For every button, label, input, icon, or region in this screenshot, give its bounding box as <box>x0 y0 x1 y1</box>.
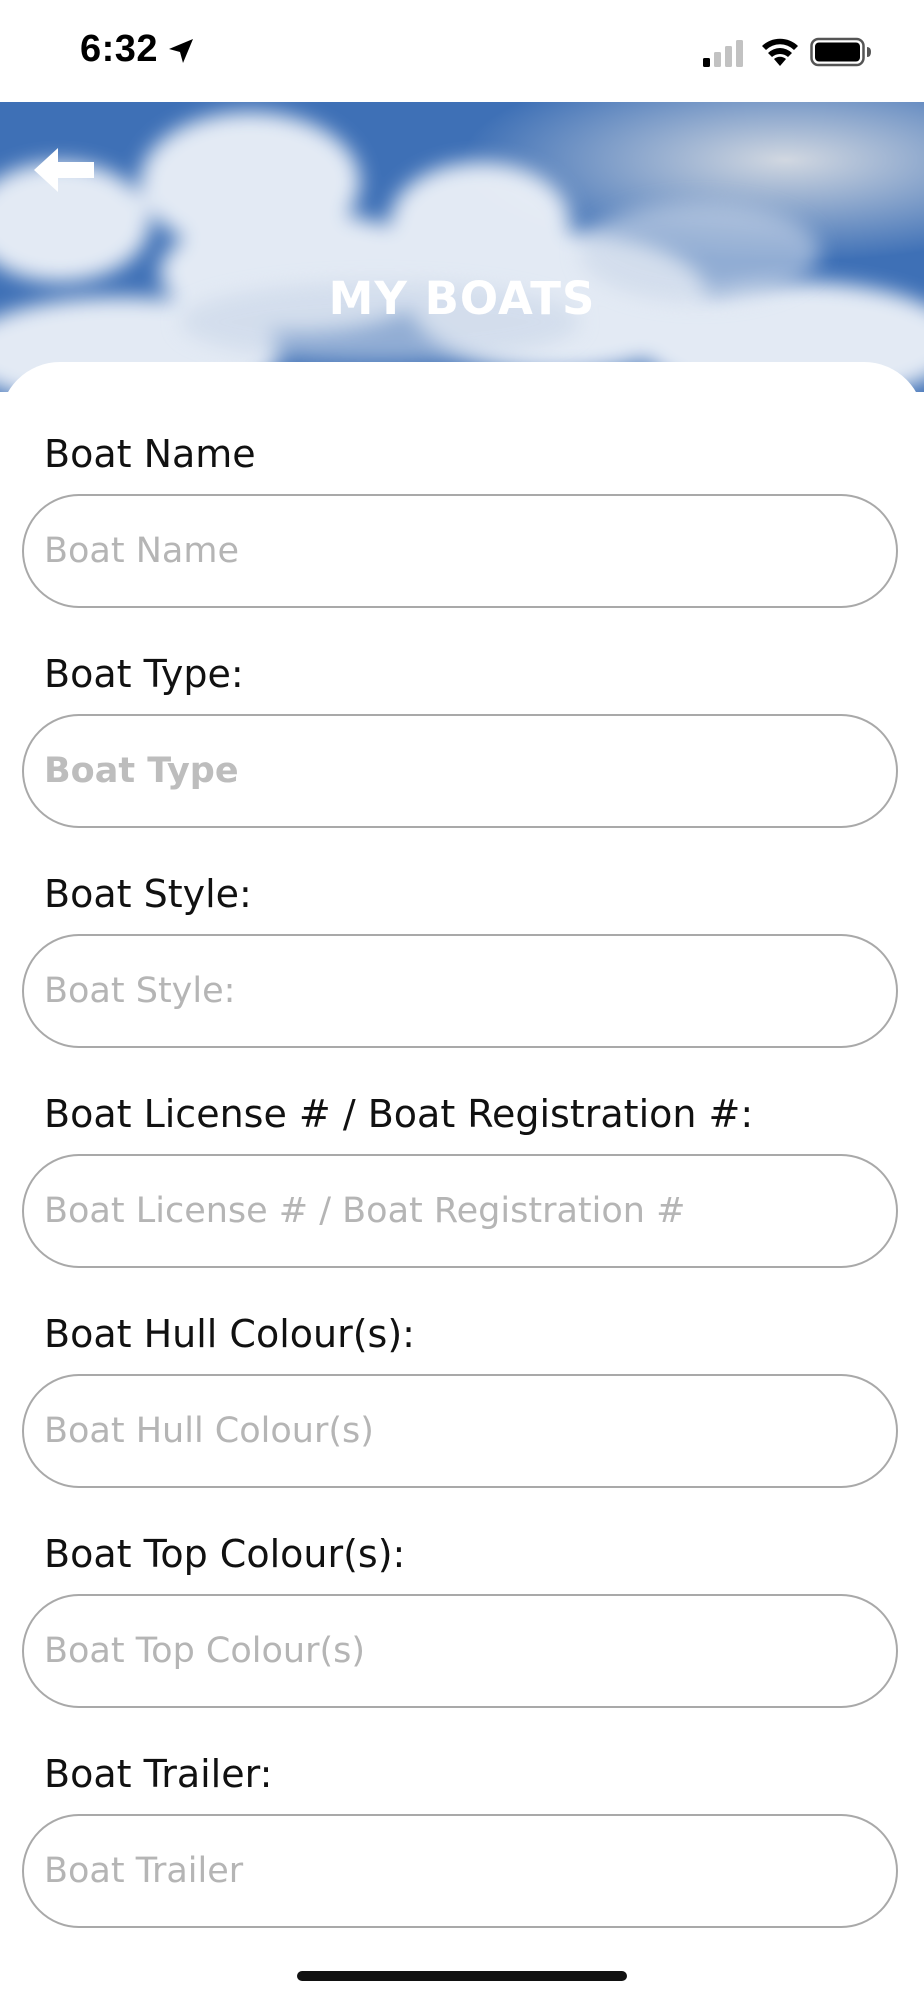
boat-hull-colour-input[interactable] <box>22 1374 898 1488</box>
boat-license-input[interactable] <box>22 1154 898 1268</box>
boat-name-label: Boat Name <box>44 432 256 476</box>
boat-top-colour-label: Boat Top Colour(s): <box>44 1532 406 1576</box>
boat-hull-colour-label: Boat Hull Colour(s): <box>44 1312 415 1356</box>
sky-background-image <box>0 102 924 392</box>
boat-top-colour-input[interactable] <box>22 1594 898 1708</box>
boat-style-label: Boat Style: <box>44 872 252 916</box>
status-time: 6:32 <box>80 28 159 70</box>
back-arrow-icon[interactable] <box>30 140 100 200</box>
cellular-signal-icon <box>703 40 743 67</box>
boat-form: Boat Name Boat Type: Boat Style: Boat Li… <box>0 362 924 1930</box>
home-indicator <box>297 1971 627 1981</box>
boat-trailer-label: Boat Trailer: <box>44 1752 273 1796</box>
boat-type-label: Boat Type: <box>44 652 244 696</box>
battery-icon <box>810 37 871 67</box>
boat-trailer-input[interactable] <box>22 1814 898 1928</box>
wifi-icon <box>762 38 798 66</box>
status-bar: 6:32 <box>0 0 924 102</box>
location-arrow-icon <box>169 39 193 63</box>
boat-type-input[interactable] <box>22 714 898 828</box>
boat-name-input[interactable] <box>22 494 898 608</box>
header: MY BOATS <box>0 102 924 392</box>
page-title: MY BOATS <box>328 272 596 325</box>
boat-style-input[interactable] <box>22 934 898 1048</box>
boat-license-label: Boat License # / Boat Registration #: <box>44 1092 754 1136</box>
